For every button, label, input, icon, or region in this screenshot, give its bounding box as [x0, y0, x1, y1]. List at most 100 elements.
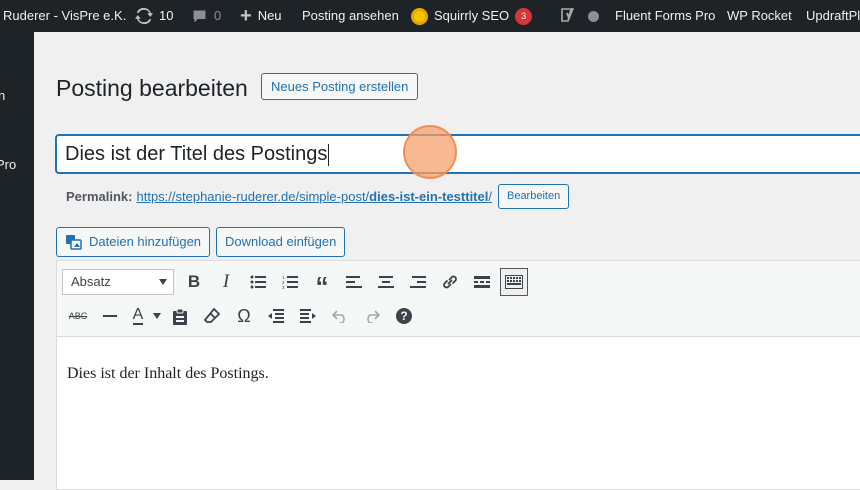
updates-count: 10	[159, 8, 174, 23]
view-post-label: Posting ansehen	[302, 8, 399, 23]
squirrly-badge: 3	[515, 7, 533, 25]
content-editor: Absatz B I 123 “ ABC A Ω ? Dies ist der …	[56, 260, 860, 490]
outdent-button[interactable]	[260, 302, 292, 330]
numbered-list-button[interactable]: 123	[274, 268, 306, 296]
main-content: Posting bearbeiten Neues Posting erstell…	[34, 32, 860, 490]
add-download-button[interactable]: Download einfügen	[216, 227, 346, 257]
permalink-trailing: /	[488, 189, 492, 204]
strikethrough-button[interactable]: ABC	[62, 302, 94, 330]
edit-permalink-button[interactable]: Bearbeiten	[497, 184, 570, 209]
italic-icon: I	[222, 271, 230, 292]
editor-content-area[interactable]: Dies ist der Inhalt des Postings.	[57, 337, 860, 411]
squirrly-seo-link[interactable]: Squirrly SEO 3	[411, 0, 533, 32]
fluent-forms-label: Fluent Forms Pro	[615, 8, 716, 23]
indent-icon	[300, 309, 316, 323]
format-selected-value: Absatz	[71, 274, 111, 289]
svg-text:3: 3	[282, 285, 285, 289]
new-post-button[interactable]: Neues Posting erstellen	[261, 73, 419, 100]
format-select[interactable]: Absatz	[62, 269, 174, 295]
align-center-button[interactable]	[370, 268, 402, 296]
bold-icon: B	[187, 272, 201, 291]
outdent-icon	[268, 309, 284, 323]
admin-bar: Ruderer - VisPre e.K. 10 0 + Neu Posting…	[0, 0, 860, 32]
post-title-input[interactable]: Dies ist der Titel des Postings	[56, 135, 860, 173]
chevron-down-icon	[159, 279, 167, 285]
help-button[interactable]: ?	[388, 302, 420, 330]
align-left-button[interactable]	[338, 268, 370, 296]
text-color-button[interactable]: A	[126, 302, 150, 330]
site-name-link[interactable]: Ruderer - VisPre e.K.	[3, 0, 126, 32]
comments-count: 0	[214, 8, 222, 23]
paste-text-button[interactable]	[164, 302, 196, 330]
toolbar-row-1: Absatz B I 123 “	[62, 268, 530, 300]
yoast-link[interactable]	[560, 0, 577, 32]
align-right-button[interactable]	[402, 268, 434, 296]
wp-rocket-link[interactable]: WP Rocket	[727, 0, 792, 32]
site-name: Ruderer - VisPre e.K.	[3, 8, 127, 23]
link-icon	[443, 275, 457, 289]
bullet-list-icon	[250, 275, 266, 289]
undo-icon	[332, 310, 345, 323]
bullet-list-button[interactable]	[242, 268, 274, 296]
updates-link[interactable]: 10	[135, 0, 173, 32]
sidebar-item-fragment[interactable]: n	[0, 88, 5, 103]
comments-link[interactable]: 0	[191, 0, 221, 32]
view-post-link[interactable]: Posting ansehen	[302, 0, 399, 32]
updraft-link[interactable]: UpdraftPl	[806, 0, 860, 32]
permalink-base: https://stephanie-ruderer.de/simple-post…	[136, 189, 370, 204]
strikethrough-icon: ABC	[68, 311, 88, 321]
permalink-row: Permalink: https://stephanie-ruderer.de/…	[66, 184, 570, 209]
admin-sidebar: n Pro	[0, 32, 34, 480]
help-icon: ?	[396, 308, 412, 324]
insert-link-button[interactable]	[434, 268, 466, 296]
omega-icon: Ω	[237, 305, 251, 326]
keyboard-icon	[505, 275, 523, 289]
sidebar-item-fragment-pro[interactable]: Pro	[0, 157, 16, 172]
align-center-icon	[378, 276, 394, 288]
wp-rocket-label: WP Rocket	[727, 8, 792, 23]
click-highlight	[403, 125, 457, 179]
read-more-button[interactable]	[466, 268, 498, 296]
horizontal-line-button[interactable]	[94, 302, 126, 330]
updraft-label: UpdraftPl	[806, 8, 860, 23]
post-content-text: Dies ist der Inhalt des Postings.	[67, 365, 269, 382]
add-media-label: Dateien hinzufügen	[89, 234, 202, 249]
permalink-slug: dies-ist-ein-testtitel	[369, 189, 489, 204]
read-more-icon	[474, 276, 490, 288]
clear-formatting-button[interactable]	[196, 302, 228, 330]
refresh-icon	[135, 7, 153, 25]
new-content-link[interactable]: + Neu	[240, 0, 282, 32]
toolbar-toggle-button[interactable]	[500, 268, 528, 296]
horizontal-line-icon	[103, 315, 117, 317]
new-label: Neu	[257, 8, 282, 23]
blockquote-icon: “	[315, 271, 329, 301]
eraser-icon	[204, 308, 220, 323]
plus-icon: +	[240, 5, 252, 27]
undo-button[interactable]	[324, 302, 356, 330]
post-title-value: Dies ist der Titel des Postings	[65, 143, 328, 165]
permalink-label: Permalink:	[66, 189, 133, 204]
yoast-icon	[561, 7, 574, 22]
fluent-forms-link[interactable]: Fluent Forms Pro	[615, 0, 715, 32]
add-media-button[interactable]: Dateien hinzufügen	[56, 227, 211, 257]
blockquote-button[interactable]: “	[306, 268, 338, 300]
text-color-dropdown[interactable]	[150, 302, 164, 330]
toolbar-row-2: ABC A Ω ?	[62, 302, 420, 330]
align-left-icon	[346, 276, 362, 288]
special-character-button[interactable]: Ω	[228, 302, 260, 330]
indent-button[interactable]	[292, 302, 324, 330]
redo-icon	[367, 310, 380, 323]
redo-button[interactable]	[356, 302, 388, 330]
squirrly-label: Squirrly SEO	[434, 8, 510, 23]
permalink-link[interactable]: https://stephanie-ruderer.de/simple-post…	[136, 189, 492, 204]
media-icon	[66, 235, 82, 250]
align-right-icon	[410, 276, 426, 288]
editor-toolbar: Absatz B I 123 “ ABC A Ω ?	[57, 261, 860, 337]
text-color-icon: A	[132, 306, 144, 325]
bold-button[interactable]: B	[178, 268, 210, 296]
chevron-down-icon	[153, 313, 161, 319]
comment-icon	[193, 10, 206, 22]
italic-button[interactable]: I	[210, 268, 242, 296]
add-download-label: Download einfügen	[225, 234, 337, 249]
status-dot-icon	[588, 10, 599, 22]
